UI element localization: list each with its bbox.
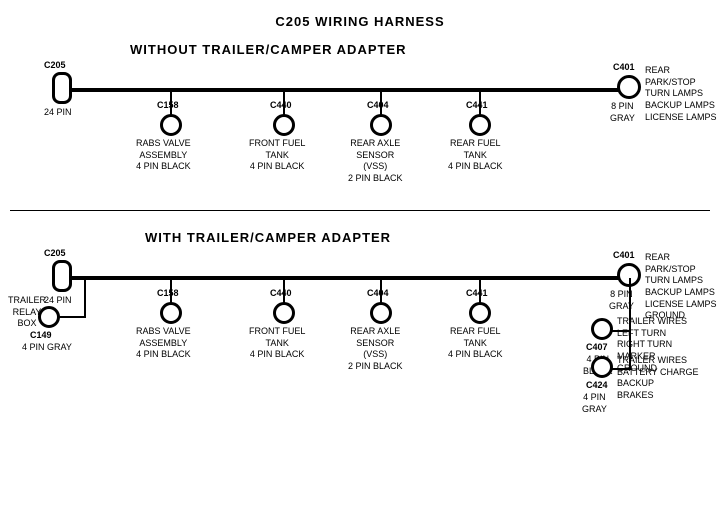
c158-s1	[160, 114, 182, 136]
c205-s2-label: C205	[44, 248, 66, 260]
c404-s1	[370, 114, 392, 136]
c441-s2-desc: REAR FUELTANK4 PIN BLACK	[448, 326, 503, 361]
c404-s2	[370, 302, 392, 324]
c401-s1-id: C401	[613, 62, 635, 74]
c440-s1	[273, 114, 295, 136]
c424-pin: 4 PINGRAY	[582, 392, 607, 415]
c441-s2	[469, 302, 491, 324]
c404-s1-id: C404	[367, 100, 389, 112]
c401-s1-pin: 8 PINGRAY	[610, 101, 635, 124]
c401-s2-desc: REAR PARK/STOPTURN LAMPSBACKUP LAMPSLICE…	[645, 252, 720, 322]
diagram: C205 WIRING HARNESS WITHOUT TRAILER/CAMP…	[0, 0, 720, 500]
c149-id: C149	[30, 330, 52, 342]
c407-id: C407	[586, 342, 608, 354]
c424-desc: TRAILER WIRESBATTERY CHARGEBACKUPBRAKES	[617, 355, 699, 402]
c205-s1	[52, 72, 72, 104]
c158-s2-id: C158	[157, 288, 179, 300]
c205-s2-pin: 24 PIN	[44, 295, 72, 307]
c424	[591, 356, 613, 378]
c401-s1	[617, 75, 641, 99]
c205-s1-label: C205	[44, 60, 66, 72]
c404-s2-id: C404	[367, 288, 389, 300]
c440-s1-desc: FRONT FUELTANK4 PIN BLACK	[249, 138, 305, 173]
c205-s1-pin: 24 PIN	[44, 107, 72, 119]
c158-s2	[160, 302, 182, 324]
c440-s1-id: C440	[270, 100, 292, 112]
c401-s2-id: C401	[613, 250, 635, 262]
page-title: C205 WIRING HARNESS	[0, 6, 720, 29]
c440-s2	[273, 302, 295, 324]
c440-s2-id: C440	[270, 288, 292, 300]
c441-s1-id: C441	[466, 100, 488, 112]
c440-s2-desc: FRONT FUELTANK4 PIN BLACK	[249, 326, 305, 361]
c401-s1-desc: REAR PARK/STOPTURN LAMPSBACKUP LAMPSLICE…	[645, 65, 720, 123]
c205-s2	[52, 260, 72, 292]
c404-s2-desc: REAR AXLESENSOR(VSS)2 PIN BLACK	[348, 326, 403, 373]
c424-id: C424	[586, 380, 608, 392]
c149	[38, 306, 60, 328]
c404-s1-desc: REAR AXLESENSOR(VSS)2 PIN BLACK	[348, 138, 403, 185]
wire-s2-main	[70, 276, 630, 280]
c407	[591, 318, 613, 340]
c158-s1-id: C158	[157, 100, 179, 112]
wire-trailer-relay	[84, 278, 86, 318]
c441-s1	[469, 114, 491, 136]
c441-s2-id: C441	[466, 288, 488, 300]
section2-label: WITH TRAILER/CAMPER ADAPTER	[145, 230, 391, 245]
section1-label: WITHOUT TRAILER/CAMPER ADAPTER	[130, 42, 407, 57]
wire-s1-main	[70, 88, 630, 92]
c158-s1-desc: RABS VALVEASSEMBLY4 PIN BLACK	[136, 138, 191, 173]
c441-s1-desc: REAR FUELTANK4 PIN BLACK	[448, 138, 503, 173]
c149-pin: 4 PIN GRAY	[22, 342, 72, 354]
divider	[10, 210, 710, 211]
c158-s2-desc: RABS VALVEASSEMBLY4 PIN BLACK	[136, 326, 191, 361]
